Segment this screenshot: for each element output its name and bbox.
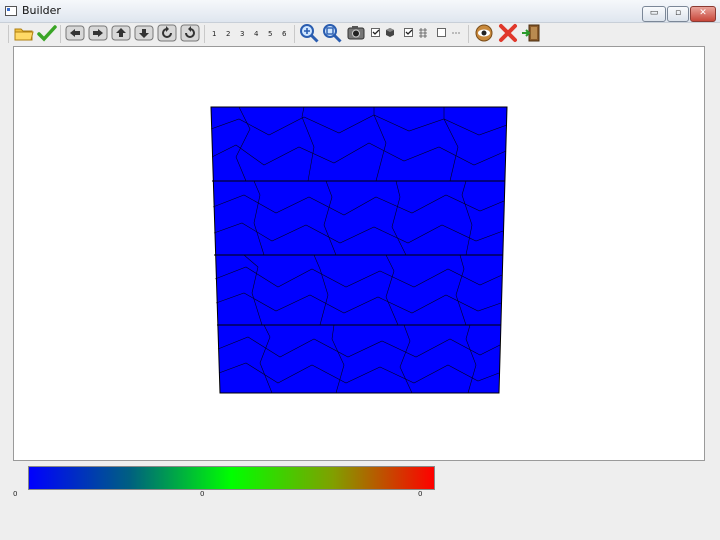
mesh-view[interactable] bbox=[14, 47, 704, 460]
delete-icon[interactable] bbox=[498, 23, 518, 43]
mesh-block bbox=[210, 106, 508, 394]
grid-icon bbox=[419, 28, 427, 38]
view-number-4[interactable]: 4 bbox=[254, 30, 258, 38]
view-left-icon[interactable] bbox=[65, 23, 85, 43]
view-number-6[interactable]: 6 bbox=[282, 30, 286, 38]
close-button[interactable]: ✕ bbox=[690, 6, 716, 22]
toolbar: 1 2 3 4 5 6 bbox=[0, 22, 720, 46]
view-number-5[interactable]: 5 bbox=[268, 30, 272, 38]
toggle-checkbox-3[interactable] bbox=[437, 23, 447, 43]
view-up-icon[interactable] bbox=[111, 23, 131, 43]
app-icon bbox=[5, 6, 17, 16]
eye-icon[interactable] bbox=[474, 23, 494, 43]
cube-icon bbox=[386, 28, 394, 37]
view-number-3[interactable]: 3 bbox=[240, 30, 244, 38]
zoom-in-icon[interactable] bbox=[299, 23, 319, 43]
view-number-2[interactable]: 2 bbox=[226, 30, 230, 38]
toolbar-separator bbox=[468, 25, 469, 43]
legend-max-label: 0 bbox=[418, 490, 423, 498]
legend-min-label: 0 bbox=[13, 490, 18, 498]
view-down-icon[interactable] bbox=[134, 23, 154, 43]
toolbar-separator bbox=[8, 25, 9, 43]
toolbar-separator bbox=[204, 25, 205, 43]
legend-mid-label: 0 bbox=[200, 490, 205, 498]
model-viewport[interactable] bbox=[13, 46, 705, 461]
toggle-checkbox-2[interactable] bbox=[404, 23, 414, 43]
view-right-icon[interactable] bbox=[88, 23, 108, 43]
toolbar-separator bbox=[294, 25, 295, 43]
apply-check-icon[interactable] bbox=[37, 23, 57, 43]
window-title: Builder bbox=[22, 4, 61, 17]
toolbar-separator bbox=[60, 25, 61, 43]
view-number-1[interactable]: 1 bbox=[212, 30, 216, 38]
exit-icon[interactable] bbox=[521, 23, 541, 43]
dash-icon bbox=[452, 32, 460, 34]
rotate-cw-icon[interactable] bbox=[180, 23, 200, 43]
open-folder-icon[interactable] bbox=[14, 23, 34, 43]
rotate-ccw-icon[interactable] bbox=[157, 23, 177, 43]
color-legend-bar bbox=[28, 466, 435, 490]
restore-button[interactable]: ▫ bbox=[667, 6, 689, 22]
zoom-fit-icon[interactable] bbox=[322, 23, 342, 43]
camera-icon[interactable] bbox=[346, 23, 366, 43]
toggle-checkbox-1[interactable] bbox=[371, 23, 381, 43]
minimize-button[interactable]: ▭ bbox=[642, 6, 666, 22]
title-bar: Builder ▭ ▫ ✕ bbox=[0, 0, 720, 23]
